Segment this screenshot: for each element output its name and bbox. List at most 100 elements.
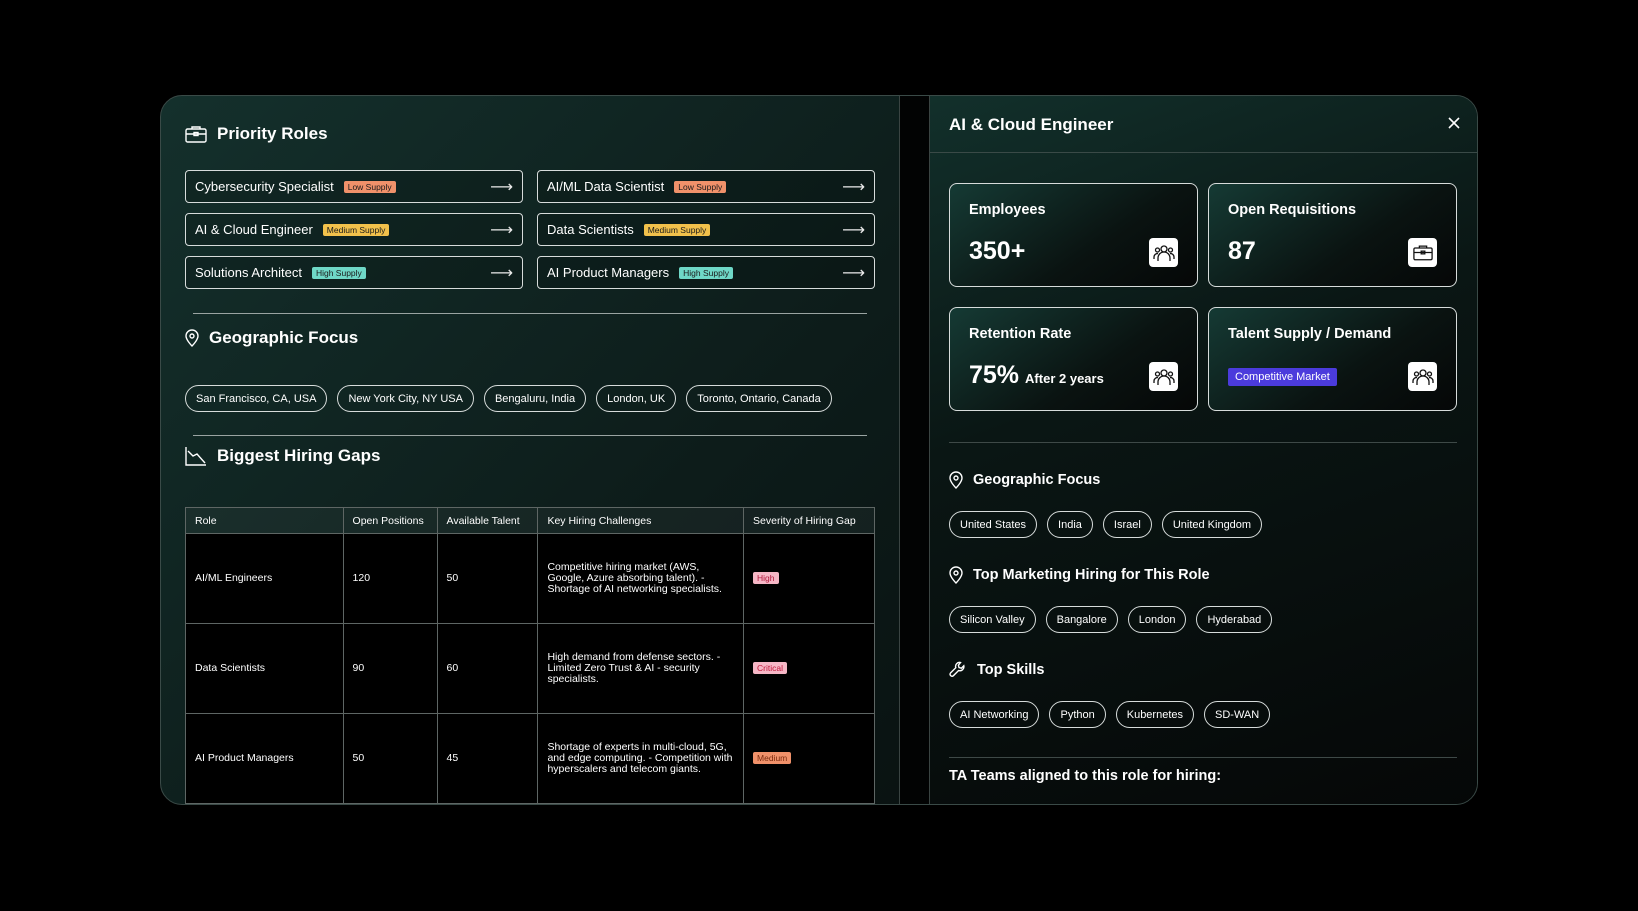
role-cell: Data Scientists [185,623,344,714]
map-pin-icon [949,471,963,489]
country-chip[interactable]: United Kingdom [1161,511,1263,538]
arrow-right-icon: ⟶ [490,264,513,282]
skill-chip[interactable]: AI Networking [949,701,1040,728]
location-chip[interactable]: San Francisco, CA, USA [185,385,328,412]
role-label: Cybersecurity Specialist [195,179,334,194]
role-label: AI Product Managers [547,265,670,280]
role-button-ai-cloud-engineer[interactable]: AI & Cloud Engineer Medium Supply ⟶ [185,213,523,246]
location-chip[interactable]: Toronto, Ontario, Canada [686,385,832,412]
location-chip[interactable]: London, UK [596,385,677,412]
supply-badge: Low Supply [343,180,396,193]
geographic-focus-header: Geographic Focus [185,328,358,348]
skill-chips: AI Networking Python Kubernetes SD-WAN [949,701,1271,728]
severity-cell: Medium [743,713,875,804]
stat-value: 350+ [969,237,1026,265]
role-button-data-scientists[interactable]: Data Scientists Medium Supply ⟶ [537,213,875,246]
top-marketing-header: Top Marketing Hiring for This Role [949,566,1210,584]
table-row: AI/ML Engineers 120 50 Competitive hirin… [185,533,875,624]
column-header: Role [185,507,344,534]
map-pin-icon [949,566,963,584]
country-chips: United States India Israel United Kingdo… [949,511,1263,538]
city-chip[interactable]: London [1127,606,1187,633]
skill-chip[interactable]: SD-WAN [1204,701,1271,728]
briefcase-icon [1408,238,1437,267]
stat-label: Retention Rate [969,326,1072,342]
ta-teams-title: TA Teams aligned to this role for hiring… [949,768,1222,784]
users-icon [1149,238,1178,267]
section-divider [949,757,1457,758]
challenges-cell: Competitive hiring market (AWS, Google, … [537,533,745,624]
supply-badge: Medium Supply [643,223,711,236]
geographic-focus-title: Geographic Focus [209,328,359,347]
city-chips: Silicon Valley Bangalore London Hyderaba… [949,606,1273,633]
location-chip[interactable]: New York City, NY USA [337,385,474,412]
stat-label: Talent Supply / Demand [1228,326,1392,342]
country-chip[interactable]: Israel [1102,511,1152,538]
role-label: Data Scientists [547,222,634,237]
skill-chip[interactable]: Kubernetes [1115,701,1194,728]
panel-title: AI & Cloud Engineer [949,115,1114,134]
table-row: AI Product Managers 50 45 Shortage of ex… [185,713,875,804]
country-chip[interactable]: United States [949,511,1038,538]
stat-value-row: 75% After 2 years [969,361,1104,390]
users-icon [1149,362,1178,391]
skill-chip[interactable]: Python [1049,701,1106,728]
column-header: Severity of Hiring Gap [743,507,875,534]
available-talent-cell: 50 [436,533,539,624]
table-header-row: Role Open Positions Available Talent Key… [185,507,875,534]
close-icon[interactable] [1445,114,1463,132]
role-label: Solutions Architect [195,265,302,280]
open-positions-cell: 90 [342,623,438,714]
severity-badge: Medium [753,751,792,764]
role-cell: AI Product Managers [185,713,344,804]
right-geo-title: Geographic Focus [973,472,1101,488]
supply-badge: High Supply [679,266,733,279]
panel-header: AI & Cloud Engineer [930,96,1477,153]
role-button-solutions-architect[interactable]: Solutions Architect High Supply ⟶ [185,256,523,289]
column-header: Available Talent [436,507,539,534]
supply-badge: Medium Supply [322,223,390,236]
role-cell: AI/ML Engineers [185,533,344,624]
chart-trend-down-icon [185,447,206,466]
arrow-right-icon: ⟶ [842,221,865,239]
users-icon [1408,362,1437,391]
table-row: Data Scientists 90 60 High demand from d… [185,623,875,714]
location-chips: San Francisco, CA, USA New York City, NY… [185,385,832,412]
section-divider [193,435,867,436]
hiring-gaps-header: Biggest Hiring Gaps [185,446,380,466]
stat-subtext: After 2 years [1025,371,1104,386]
role-button-cybersecurity-specialist[interactable]: Cybersecurity Specialist Low Supply ⟶ [185,170,523,203]
severity-cell: Critical [743,623,875,714]
city-chip[interactable]: Silicon Valley [949,606,1036,633]
available-talent-cell: 45 [436,713,539,804]
stat-card-employees: Employees 350+ [949,183,1198,287]
stat-label: Employees [969,202,1046,218]
severity-badge: Critical [753,661,787,674]
priority-roles-header: Priority Roles [185,124,328,144]
column-header: Key Hiring Challenges [537,507,745,534]
stat-card-talent-supply: Talent Supply / Demand Competitive Marke… [1208,307,1457,411]
role-button-ai-ml-data-scientist[interactable]: AI/ML Data Scientist Low Supply ⟶ [537,170,875,203]
stat-label: Open Requisitions [1228,202,1357,218]
market-badge: Competitive Market [1228,368,1337,386]
supply-badge: Low Supply [674,180,727,193]
supply-badge: High Supply [311,266,366,279]
stat-card-open-requisitions: Open Requisitions 87 [1208,183,1457,287]
top-skills-title: Top Skills [977,662,1045,678]
challenges-cell: High demand from defense sectors. - Limi… [537,623,745,714]
city-chip[interactable]: Hyderabad [1196,606,1273,633]
briefcase-icon [185,126,207,143]
panel-divider [899,96,930,804]
city-chip[interactable]: Bangalore [1045,606,1118,633]
role-label: AI/ML Data Scientist [547,179,665,194]
right-geo-header: Geographic Focus [949,471,1100,489]
hiring-gaps-table: Role Open Positions Available Talent Key… [185,507,875,804]
open-positions-cell: 120 [342,533,438,624]
arrow-right-icon: ⟶ [842,264,865,282]
location-chip[interactable]: Bengaluru, India [483,385,587,412]
country-chip[interactable]: India [1047,511,1093,538]
top-skills-header: Top Skills [949,661,1044,679]
map-pin-icon [185,329,199,347]
arrow-right-icon: ⟶ [842,178,865,196]
role-button-ai-product-managers[interactable]: AI Product Managers High Supply ⟶ [537,256,875,289]
